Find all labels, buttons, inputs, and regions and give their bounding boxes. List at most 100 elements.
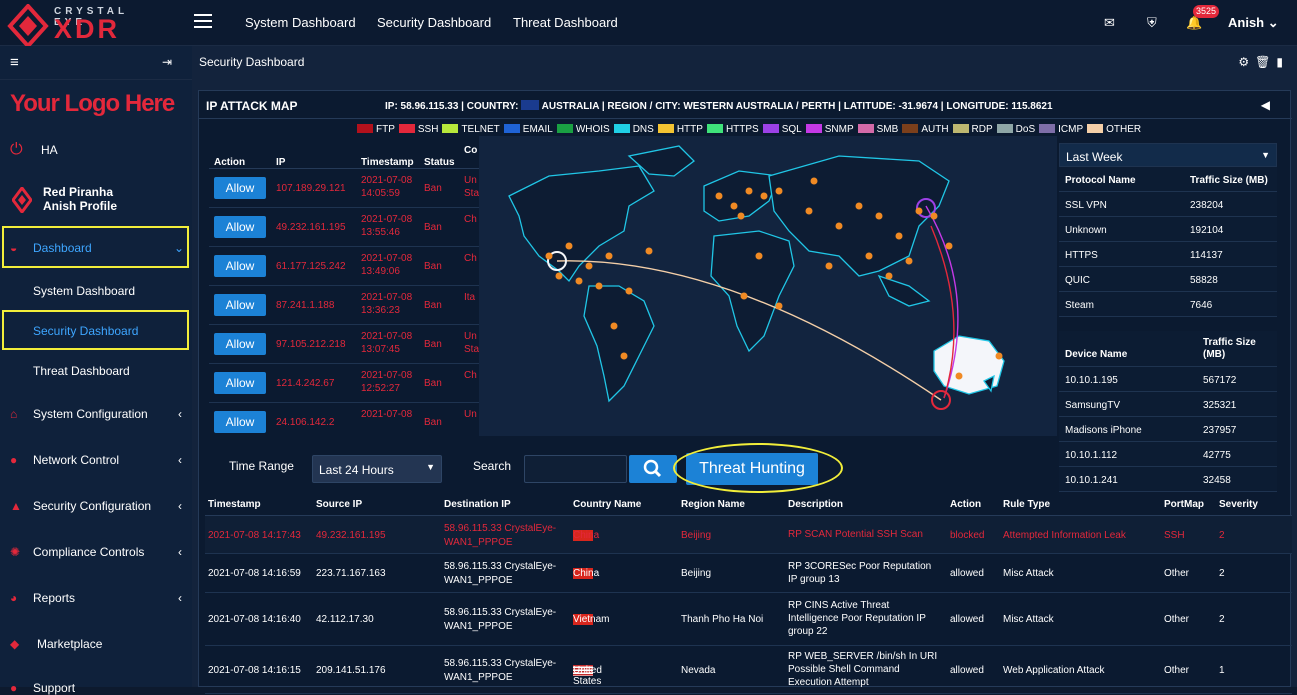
protocol-traffic: 58828 [1190, 275, 1218, 286]
cog-icon: ✺ [10, 545, 21, 559]
chevron-down-icon: ⌄ [173, 241, 184, 255]
legend-swatch [442, 124, 459, 133]
caret-down-icon: ▼ [1261, 150, 1270, 160]
custom-logo: Your Logo Here [10, 90, 175, 117]
protocol-name: QUIC [1065, 275, 1090, 286]
legend-item: SMB [857, 124, 898, 135]
attack-date: 2021-07-08 [361, 175, 413, 186]
event-timestamp: 2021-07-08 14:16:59 [208, 568, 301, 579]
allow-button[interactable]: Allow [214, 333, 266, 355]
col-traffic: Traffic Size (MB) [1190, 175, 1268, 186]
sidebar-item-label: System Configuration [33, 407, 148, 421]
col-device: Device Name [1065, 349, 1128, 360]
device-row: SamsungTV 325321 [1059, 392, 1277, 417]
logout-icon[interactable]: ⇥ [162, 55, 172, 69]
event-description: group 22 [788, 626, 828, 637]
allow-button[interactable]: Allow [214, 216, 266, 238]
col-rule-type: Rule Type [1003, 499, 1051, 510]
legend-item: AUTH [902, 124, 949, 135]
sidebar-item-label: Marketplace [37, 637, 103, 651]
legend-item: FTP [357, 124, 395, 135]
legend-item: SQL [762, 124, 802, 135]
power-icon: ⏻ [10, 141, 23, 158]
legend-label: RDP [971, 124, 993, 135]
protocol-name: SSL VPN [1065, 200, 1107, 211]
protocol-row: Steam 7646 [1059, 292, 1277, 317]
attack-ip: 121.4.242.67 [276, 378, 335, 389]
sidebar-item-label: Network Control [33, 453, 120, 467]
attack-row: Allow 97.105.212.218 2021-07-08 13:07:45… [209, 325, 479, 364]
attack-status: Ban [424, 339, 442, 350]
legend-label: AUTH [921, 124, 949, 135]
menu-toggle-icon[interactable] [194, 14, 212, 28]
device-row: 10.10.1.241 32458 [1059, 467, 1277, 492]
legend-label: FTP [376, 124, 395, 135]
dashboard-highlight [2, 226, 189, 268]
nav-security-dashboard[interactable]: Security Dashboard [377, 15, 491, 30]
legend-swatch [952, 124, 969, 133]
legend-item: OTHER [1087, 124, 1141, 135]
volume-icon[interactable]: ◀ [1261, 98, 1270, 112]
legend-swatch [902, 124, 919, 133]
attack-date: 2021-07-08 [361, 292, 413, 303]
event-row[interactable]: 2021-07-08 14:17:43 49.232.161.195 58.96… [205, 516, 1292, 554]
search-input[interactable] [524, 455, 627, 483]
book-icon[interactable]: ▮ [1276, 55, 1289, 69]
device-traffic: 567172 [1203, 375, 1237, 386]
attack-ip: 24.106.142.2 [276, 417, 335, 428]
col-source-ip: Source IP [316, 499, 363, 510]
sidebar-item-label: Dashboard [33, 241, 92, 255]
protocol-row: HTTPS 114137 [1059, 242, 1277, 267]
time-range-value: Last 24 Hours [319, 463, 394, 477]
events-table: Timestamp Source IP Destination IP Country … [205, 491, 1292, 694]
legend-item: SSH [398, 124, 438, 135]
nav-system-dashboard[interactable]: System Dashboard [245, 15, 356, 30]
legend-item: WHOIS [556, 124, 610, 135]
sidebar-item-label: Support [33, 681, 76, 695]
attack-date: 2021-07-08 [361, 253, 413, 264]
events-table-header: Timestamp Source IP Destination IP Country … [205, 491, 1292, 516]
sidebar-sub-label: Threat Dashboard [33, 364, 130, 378]
allow-button[interactable]: Allow [214, 255, 266, 277]
attack-date: 2021-07-08 [361, 370, 413, 381]
support-icon: ● [10, 681, 18, 695]
world-attack-map[interactable] [479, 136, 1057, 436]
event-description: RP 3CORESec Poor Reputation [788, 560, 932, 572]
event-country-name: China [573, 529, 600, 541]
crystal-eye-logo[interactable]: CRYSTAL EYE XDR [6, 4, 166, 48]
event-description: RP CINS Active Threat [788, 600, 890, 611]
protocol-table: Protocol Name Traffic Size (MB) SSL VPN … [1059, 167, 1277, 317]
attack-country-2: Sta [464, 344, 479, 355]
allow-button[interactable]: Allow [214, 411, 266, 433]
device-traffic: 42775 [1203, 450, 1231, 461]
attack-time: 13:55:46 [361, 227, 400, 238]
event-row[interactable]: 2021-07-08 14:16:40 42.112.17.30 58.96.1… [205, 593, 1292, 646]
user-menu[interactable]: Anish ⌄ [1228, 15, 1279, 31]
event-row[interactable]: 2021-07-08 14:16:59 223.71.167.163 58.96… [205, 554, 1292, 593]
shield-icon[interactable]: ⛨ [1147, 15, 1157, 31]
legend-item: TELNET [442, 124, 500, 135]
nav-threat-dashboard[interactable]: Threat Dashboard [513, 15, 618, 30]
legend-swatch [657, 124, 674, 133]
trash-icon[interactable]: 🗑 [1255, 55, 1276, 69]
attack-list: Action IP Timestamp Status Co Allow 107.… [209, 141, 479, 433]
mail-icon[interactable]: ✉ [1104, 15, 1115, 31]
event-region: Nevada [681, 664, 716, 676]
allow-button[interactable]: Allow [214, 177, 266, 199]
settings-icon[interactable]: ⚙ [1238, 55, 1255, 69]
attack-status: Ban [424, 300, 442, 311]
time-range-select[interactable]: Last 24 Hours ▼ [312, 455, 442, 483]
page-actions: ⚙🗑▮ [1238, 55, 1289, 69]
event-timestamp: 2021-07-08 14:17:43 [208, 529, 301, 541]
latitude-label: LATITUDE: -31.9674 [843, 101, 939, 112]
protocol-traffic: 114137 [1190, 250, 1223, 261]
sidebar-item-label: Security Configuration [33, 499, 152, 513]
event-description: Possible Shell Command [788, 663, 900, 675]
period-select[interactable]: Last Week ▼ [1059, 143, 1277, 167]
search-button[interactable] [629, 455, 677, 483]
sidebar-menu-icon[interactable]: ≡ [10, 54, 19, 71]
col-region: Region Name [681, 499, 745, 510]
allow-button[interactable]: Allow [214, 372, 266, 394]
allow-button[interactable]: Allow [214, 294, 266, 316]
region-label: REGION / CITY: WESTERN AUSTRALIA / PERTH [607, 101, 836, 112]
